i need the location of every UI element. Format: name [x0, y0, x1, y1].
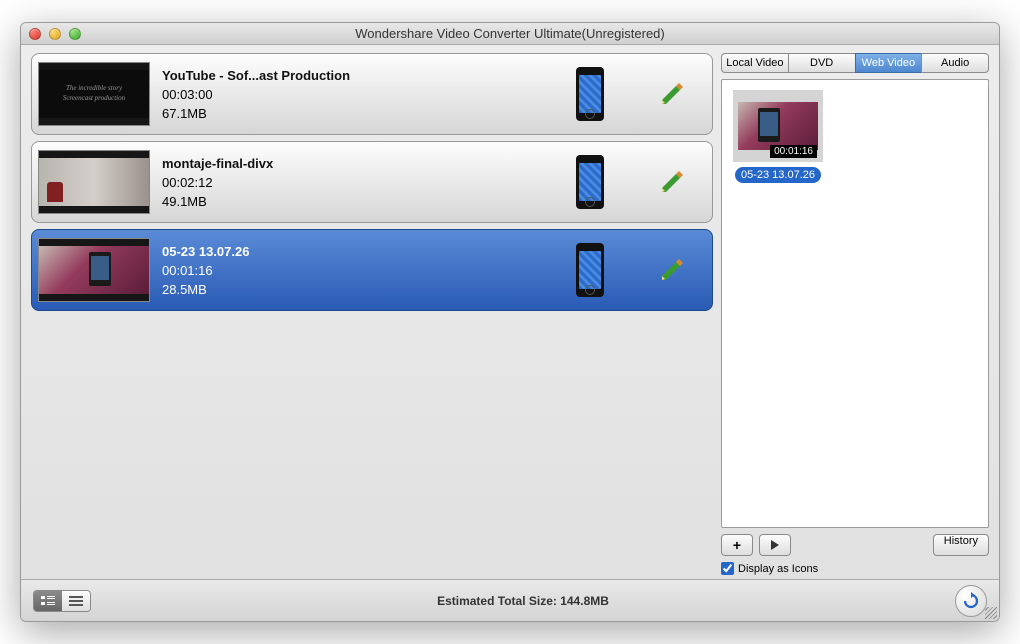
- view-grid-button[interactable]: [34, 591, 62, 611]
- file-duration: 00:01:16: [770, 145, 817, 158]
- file-item[interactable]: 00:01:16 05-23 13.07.26: [732, 90, 824, 183]
- window-title: Wondershare Video Converter Ultimate(Unr…: [21, 26, 999, 41]
- browser-footer: + History: [721, 534, 989, 556]
- video-thumbnail: The incredible storyScreencast productio…: [38, 62, 150, 126]
- tab-audio[interactable]: Audio: [921, 53, 989, 73]
- device-icon: [576, 67, 604, 121]
- file-browser: 00:01:16 05-23 13.07.26: [721, 79, 989, 528]
- video-duration: 00:02:12: [162, 175, 564, 190]
- video-thumbnail: [38, 238, 150, 302]
- video-row[interactable]: 05-23 13.07.26 00:01:16 28.5MB: [31, 229, 713, 311]
- source-tabs: Local Video DVD Web Video Audio: [721, 53, 989, 73]
- video-size: 49.1MB: [162, 194, 564, 209]
- video-size: 28.5MB: [162, 282, 564, 297]
- video-meta: 05-23 13.07.26 00:01:16 28.5MB: [162, 244, 564, 297]
- resize-grip[interactable]: [985, 607, 997, 619]
- display-as-icons-checkbox[interactable]: Display as Icons: [721, 562, 989, 575]
- video-title: 05-23 13.07.26: [162, 244, 564, 259]
- history-button[interactable]: History: [933, 534, 989, 556]
- view-list-button[interactable]: [62, 591, 90, 611]
- footer: Estimated Total Size: 144.8MB: [21, 579, 999, 621]
- total-size-label: Estimated Total Size: 144.8MB: [91, 594, 955, 608]
- video-list-panel: The incredible storyScreencast productio…: [31, 53, 713, 575]
- app-window: Wondershare Video Converter Ultimate(Unr…: [20, 22, 1000, 622]
- tab-web-video[interactable]: Web Video: [855, 53, 922, 73]
- video-duration: 00:03:00: [162, 87, 564, 102]
- device-icon: [576, 243, 604, 297]
- display-as-icons-label: Display as Icons: [738, 563, 818, 575]
- video-duration: 00:01:16: [162, 263, 564, 278]
- video-title: YouTube - Sof...ast Production: [162, 68, 564, 83]
- video-row[interactable]: The incredible storyScreencast productio…: [31, 53, 713, 135]
- tab-dvd[interactable]: DVD: [788, 53, 855, 73]
- display-as-icons-input[interactable]: [721, 562, 734, 575]
- tab-local-video[interactable]: Local Video: [721, 53, 788, 73]
- video-meta: YouTube - Sof...ast Production 00:03:00 …: [162, 68, 564, 121]
- edit-icon[interactable]: [656, 166, 688, 198]
- file-label: 05-23 13.07.26: [735, 167, 821, 183]
- add-button[interactable]: +: [721, 534, 753, 556]
- edit-icon[interactable]: [656, 78, 688, 110]
- play-button[interactable]: [759, 534, 791, 556]
- body: The incredible storyScreencast productio…: [21, 45, 999, 579]
- refresh-button[interactable]: [955, 585, 987, 617]
- video-thumbnail: [38, 150, 150, 214]
- device-icon: [576, 155, 604, 209]
- view-switch: [33, 590, 91, 612]
- video-size: 67.1MB: [162, 106, 564, 121]
- video-row[interactable]: montaje-final-divx 00:02:12 49.1MB: [31, 141, 713, 223]
- video-title: montaje-final-divx: [162, 156, 564, 171]
- video-meta: montaje-final-divx 00:02:12 49.1MB: [162, 156, 564, 209]
- file-thumbnail: 00:01:16: [733, 90, 823, 162]
- video-list: The incredible storyScreencast productio…: [31, 53, 713, 575]
- titlebar: Wondershare Video Converter Ultimate(Unr…: [21, 23, 999, 45]
- edit-icon[interactable]: [656, 254, 688, 286]
- library-panel: Local Video DVD Web Video Audio 00:01:16…: [721, 53, 989, 575]
